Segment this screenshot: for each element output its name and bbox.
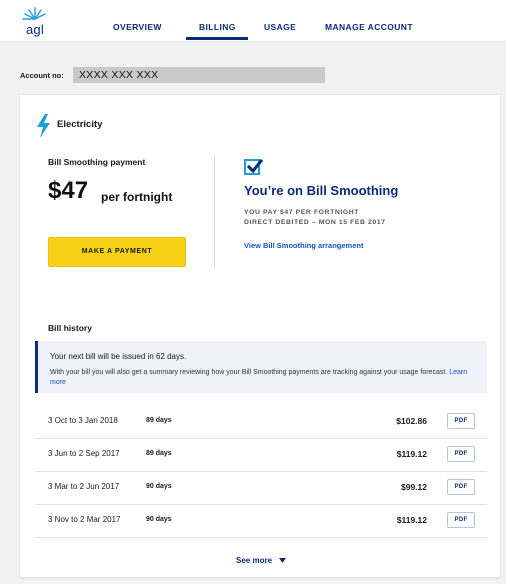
- bill-amount: $119.12: [396, 515, 427, 525]
- account-number-label: Account no:: [20, 71, 64, 80]
- account-number-field: XXXX XXX XXX: [73, 67, 325, 83]
- payment-period: per fortnight: [101, 190, 173, 204]
- next-bill-notice: Your next bill will be issued in 62 days…: [35, 341, 487, 393]
- bill-history-row: 3 Mar to 2 Jun 2017 90 days $99.12 PDF: [35, 472, 487, 505]
- bill-amount: $99.12: [401, 482, 427, 492]
- bill-days: 89 days: [146, 450, 172, 457]
- agl-sunburst-icon: [22, 7, 46, 20]
- account-number-value: XXXX XXX XXX: [79, 69, 159, 81]
- bill-period: 3 Oct to 3 Jan 2018: [48, 416, 118, 425]
- pdf-button[interactable]: PDF: [447, 413, 475, 429]
- make-a-payment-button[interactable]: MAKE A PAYMENT: [48, 237, 186, 267]
- electricity-title: Electricity: [57, 119, 103, 130]
- bill-smoothing-heading: You’re on Bill Smoothing: [244, 183, 399, 198]
- pdf-label: PDF: [454, 451, 468, 457]
- bill-smoothing-payment-label: Bill Smoothing payment: [48, 157, 146, 167]
- check-icon: [246, 158, 264, 174]
- bill-period: 3 Nov to 2 Mar 2017: [48, 515, 121, 524]
- bill-smoothing-debit-line: DIRECT DEBITED – MON 15 FEB 2017: [244, 219, 386, 226]
- bill-history-row: 3 Jun to 2 Sep 2017 89 days $119.12 PDF: [35, 439, 487, 472]
- bill-amount: $119.12: [396, 449, 427, 459]
- bill-amount: $102.86: [396, 416, 427, 426]
- bill-period: 3 Mar to 2 Jun 2017: [48, 482, 120, 491]
- pdf-label: PDF: [454, 484, 468, 490]
- bill-history-title: Bill history: [48, 323, 92, 333]
- nav-usage[interactable]: USAGE: [264, 22, 296, 32]
- agl-logo[interactable]: agl: [20, 5, 50, 37]
- bill-days: 90 days: [146, 483, 172, 490]
- vertical-divider: [214, 157, 215, 267]
- nav-billing[interactable]: BILLING: [199, 22, 236, 32]
- pdf-label: PDF: [454, 517, 468, 523]
- view-bill-smoothing-link[interactable]: View Bill Smoothing arrangement: [244, 241, 363, 250]
- notice-description-text: With your bill you will also get a summa…: [50, 369, 448, 376]
- nav-active-indicator: [186, 37, 248, 40]
- pdf-label: PDF: [454, 418, 468, 424]
- bill-days: 90 days: [146, 516, 172, 523]
- notice-description: With your bill you will also get a summa…: [50, 368, 470, 388]
- nav-manage-account[interactable]: MANAGE ACCOUNT: [325, 22, 413, 32]
- bill-smoothing-amount-line: YOU PAY $47 PER FORTNIGHT: [244, 209, 359, 216]
- bill-history-row: 3 Nov to 2 Mar 2017 90 days $119.12 PDF: [35, 505, 487, 538]
- logo-text: agl: [26, 22, 44, 37]
- pdf-button[interactable]: PDF: [447, 512, 475, 528]
- bill-period: 3 Jun to 2 Sep 2017: [48, 449, 120, 458]
- bill-history-row: 3 Oct to 3 Jan 2018 89 days $102.86 PDF: [35, 406, 487, 439]
- bill-days: 89 days: [146, 417, 172, 424]
- electricity-card: Electricity Bill Smoothing payment $47 p…: [19, 94, 501, 578]
- lightning-bolt-icon: [37, 114, 50, 138]
- make-a-payment-label: MAKE A PAYMENT: [81, 248, 153, 255]
- nav-overview[interactable]: OVERVIEW: [113, 22, 162, 32]
- checkmark-icon: [244, 158, 264, 175]
- top-navigation-bar: agl OVERVIEW BILLING USAGE MANAGE ACCOUN…: [0, 0, 506, 42]
- payment-amount: $47: [48, 177, 89, 204]
- see-more-link[interactable]: See more: [236, 556, 272, 565]
- next-bill-notice-text: Your next bill will be issued in 62 days…: [50, 352, 187, 361]
- chevron-down-icon[interactable]: [279, 558, 286, 563]
- pdf-button[interactable]: PDF: [447, 479, 475, 495]
- pdf-button[interactable]: PDF: [447, 446, 475, 462]
